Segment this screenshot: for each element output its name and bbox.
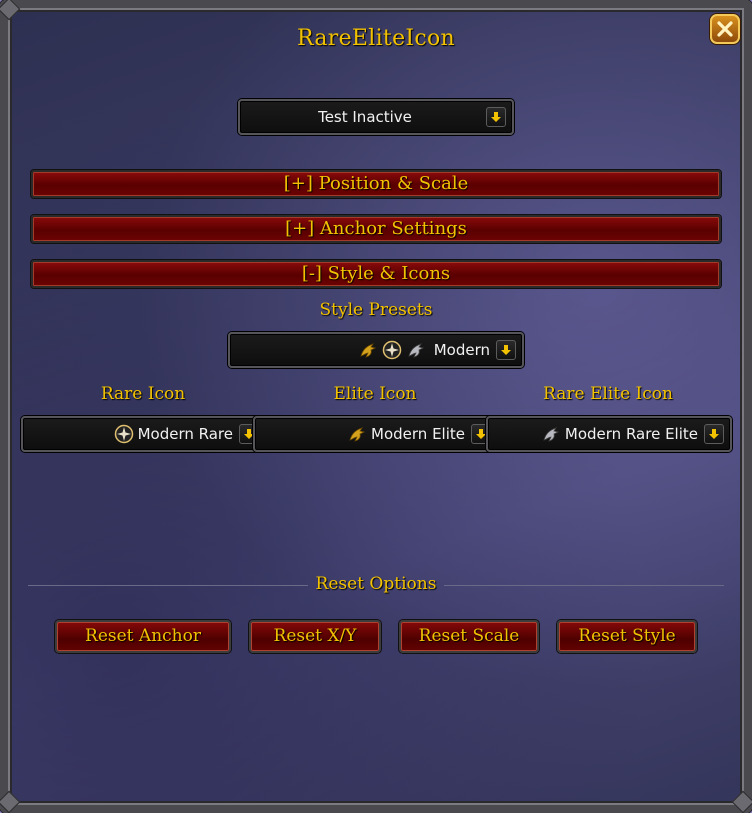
test-mode-value: Test Inactive [318, 108, 412, 126]
rare-icon-value: Modern Rare [137, 425, 233, 443]
style-presets-value: Modern [433, 341, 490, 359]
style-presets-label: Style Presets [319, 300, 433, 320]
dragon-gold-icon [347, 424, 367, 444]
dragon-silver-icon [406, 340, 426, 360]
compass-star-icon [114, 424, 134, 444]
section-position-scale[interactable]: [+] Position & Scale [31, 170, 721, 198]
dropdown-arrow-button[interactable] [486, 107, 506, 127]
reset-divider-left [28, 585, 308, 586]
arrow-down-icon [491, 112, 501, 122]
rare-elite-icon-value-group: Modern Rare Elite [488, 424, 698, 444]
close-button[interactable] [710, 14, 740, 44]
rare-icon-label: Rare Icon [100, 384, 186, 404]
elite-icon-value-group: Modern Elite [255, 424, 465, 444]
arrow-down-icon [501, 345, 511, 355]
window-title: RareEliteIcon [296, 26, 456, 51]
compass-star-icon [382, 340, 402, 360]
test-mode-dropdown[interactable]: Test Inactive [238, 99, 514, 135]
style-presets-value-group: Modern [230, 340, 490, 360]
elite-icon-dropdown[interactable]: Modern Elite [253, 416, 499, 452]
dragon-gold-icon [358, 340, 378, 360]
style-presets-dropdown[interactable]: Modern [228, 332, 524, 368]
reset-divider-right [444, 585, 724, 586]
rare-icon-value-group: Modern Rare [23, 424, 233, 444]
dropdown-arrow-button[interactable] [704, 424, 724, 444]
reset-style-button[interactable]: Reset Style [557, 620, 697, 653]
dropdown-arrow-button[interactable] [496, 340, 516, 360]
rare-icon-dropdown[interactable]: Modern Rare [21, 416, 267, 452]
section-style-icons[interactable]: [-] Style & Icons [31, 260, 721, 288]
rare-elite-icon-dropdown[interactable]: Modern Rare Elite [486, 416, 732, 452]
reset-xy-button[interactable]: Reset X/Y [249, 620, 381, 653]
elite-icon-label: Elite Icon [333, 384, 417, 404]
dragon-silver-icon [541, 424, 561, 444]
elite-icon-value: Modern Elite [371, 425, 465, 443]
rare-elite-icon-value: Modern Rare Elite [564, 425, 698, 443]
reset-scale-button[interactable]: Reset Scale [399, 620, 539, 653]
reset-anchor-button[interactable]: Reset Anchor [55, 620, 231, 653]
arrow-down-icon [709, 429, 719, 439]
reset-options-label: Reset Options [315, 574, 437, 594]
section-anchor-settings[interactable]: [+] Anchor Settings [31, 215, 721, 243]
rare-elite-icon-label: Rare Elite Icon [543, 384, 673, 404]
close-icon [717, 21, 733, 37]
